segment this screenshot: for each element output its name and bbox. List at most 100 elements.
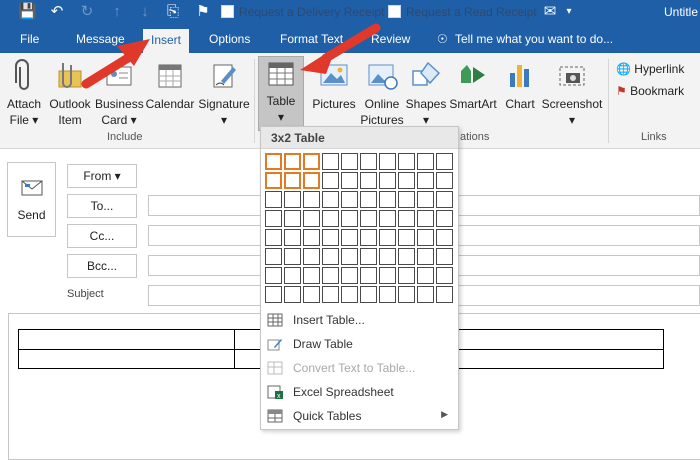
business-card-button[interactable]: Business Card ▾: [95, 59, 144, 128]
table-grid-cell[interactable]: [284, 191, 301, 208]
table-grid-cell[interactable]: [303, 229, 320, 246]
table-grid-cell[interactable]: [322, 191, 339, 208]
table-grid-cell[interactable]: [417, 248, 434, 265]
table-grid-cell[interactable]: [360, 248, 377, 265]
tab-format-text[interactable]: Format Text: [280, 32, 343, 46]
send-button[interactable]: Send: [7, 162, 56, 237]
table-grid-cell[interactable]: [303, 210, 320, 227]
table-grid-cell[interactable]: [322, 286, 339, 303]
outlook-item-button[interactable]: Outlook Item: [46, 59, 94, 128]
table-grid-cell[interactable]: [341, 172, 358, 189]
table-grid-cell[interactable]: [398, 267, 415, 284]
online-pictures-button[interactable]: Online Pictures: [359, 59, 405, 128]
table-grid-cell[interactable]: [379, 229, 396, 246]
table-grid-cell[interactable]: [436, 267, 453, 284]
table-grid-cell[interactable]: [284, 210, 301, 227]
table-grid-cell[interactable]: [398, 229, 415, 246]
table-grid-cell[interactable]: [303, 172, 320, 189]
screenshot-button[interactable]: Screenshot ▾: [540, 59, 604, 128]
table-grid-cell[interactable]: [284, 286, 301, 303]
table-grid-cell[interactable]: [341, 286, 358, 303]
table-grid-cell[interactable]: [398, 248, 415, 265]
table-grid-cell[interactable]: [322, 229, 339, 246]
table-grid-cell[interactable]: [417, 286, 434, 303]
table-grid-cell[interactable]: [436, 286, 453, 303]
table-grid-cell[interactable]: [398, 286, 415, 303]
delivery-receipt-checkbox[interactable]: [221, 5, 234, 18]
table-grid-cell[interactable]: [360, 172, 377, 189]
table-grid-cell[interactable]: [265, 267, 282, 284]
table-grid-cell[interactable]: [265, 210, 282, 227]
pictures-button[interactable]: Pictures: [311, 59, 357, 112]
table-grid-cell[interactable]: [379, 248, 396, 265]
table-grid-cell[interactable]: [436, 248, 453, 265]
tab-insert[interactable]: Insert: [143, 29, 189, 53]
tab-message[interactable]: Message: [76, 32, 125, 46]
table-grid-cell[interactable]: [341, 248, 358, 265]
table-grid-cell[interactable]: [379, 172, 396, 189]
table-grid-cell[interactable]: [341, 229, 358, 246]
table-grid-cell[interactable]: [265, 248, 282, 265]
table-grid-cell[interactable]: [322, 210, 339, 227]
table-grid-cell[interactable]: [379, 286, 396, 303]
signature-button[interactable]: Signature ▾: [197, 59, 251, 128]
read-receipt-checkbox[interactable]: [388, 5, 401, 18]
table-grid-cell[interactable]: [284, 153, 301, 170]
table-grid-cell[interactable]: [398, 153, 415, 170]
table-grid-cell[interactable]: [341, 191, 358, 208]
table-grid-cell[interactable]: [360, 153, 377, 170]
table-grid-cell[interactable]: [341, 267, 358, 284]
to-button[interactable]: To...: [67, 194, 137, 218]
from-button[interactable]: From ▾: [67, 164, 137, 188]
table-grid-cell[interactable]: [265, 286, 282, 303]
table-grid-cell[interactable]: [417, 191, 434, 208]
menu-item-draw-table[interactable]: Draw Table: [261, 332, 458, 356]
table-grid-cell[interactable]: [398, 210, 415, 227]
table-grid-cell[interactable]: [360, 267, 377, 284]
table-grid-cell[interactable]: [303, 191, 320, 208]
table-grid-cell[interactable]: [322, 248, 339, 265]
menu-item-insert-table[interactable]: Insert Table...: [261, 308, 458, 332]
table-grid-cell[interactable]: [417, 172, 434, 189]
table-grid-cell[interactable]: [284, 267, 301, 284]
table-grid-cell[interactable]: [398, 172, 415, 189]
table-grid-cell[interactable]: [436, 210, 453, 227]
menu-item-quick-tables[interactable]: Quick Tables ▶: [261, 404, 458, 428]
table-grid-cell[interactable]: [417, 153, 434, 170]
envelope-icon[interactable]: ✉: [541, 3, 559, 21]
attach-file-button[interactable]: Attach File ▾: [4, 59, 44, 128]
table-grid-cell[interactable]: [360, 191, 377, 208]
table-grid-cell[interactable]: [398, 191, 415, 208]
chevron-down-icon[interactable]: ▾: [560, 3, 578, 21]
table-grid-cell[interactable]: [436, 172, 453, 189]
table-grid-cell[interactable]: [436, 229, 453, 246]
table-grid-cell[interactable]: [303, 248, 320, 265]
table-grid-cell[interactable]: [341, 210, 358, 227]
smartart-button[interactable]: SmartArt: [449, 59, 497, 112]
table-button[interactable]: Table ▾: [258, 56, 304, 131]
table-grid-cell[interactable]: [417, 210, 434, 227]
table-grid-cell[interactable]: [379, 210, 396, 227]
table-grid-cell[interactable]: [265, 172, 282, 189]
table-grid-cell[interactable]: [284, 248, 301, 265]
table-grid-cell[interactable]: [303, 267, 320, 284]
hyperlink-button[interactable]: 🌐 Hyperlink: [616, 62, 684, 76]
table-grid-cell[interactable]: [360, 210, 377, 227]
tab-options[interactable]: Options: [209, 32, 250, 46]
table-grid-cell[interactable]: [322, 267, 339, 284]
bcc-button[interactable]: Bcc...: [67, 254, 137, 278]
table-grid-cell[interactable]: [284, 172, 301, 189]
undo-icon[interactable]: ↶: [48, 3, 66, 21]
menu-item-excel-spreadsheet[interactable]: x Excel Spreadsheet: [261, 380, 458, 404]
calendar-button[interactable]: Calendar: [145, 59, 195, 112]
flag-icon[interactable]: ⚑: [194, 3, 212, 21]
table-grid-cell[interactable]: [265, 153, 282, 170]
table-grid-cell[interactable]: [379, 267, 396, 284]
attach-icon[interactable]: ⎘: [164, 3, 182, 21]
table-grid-cell[interactable]: [265, 191, 282, 208]
table-grid-cell[interactable]: [303, 286, 320, 303]
shapes-button[interactable]: Shapes ▾: [405, 59, 447, 128]
cc-button[interactable]: Cc...: [67, 224, 137, 248]
chart-button[interactable]: Chart: [500, 59, 540, 112]
table-grid-cell[interactable]: [360, 286, 377, 303]
